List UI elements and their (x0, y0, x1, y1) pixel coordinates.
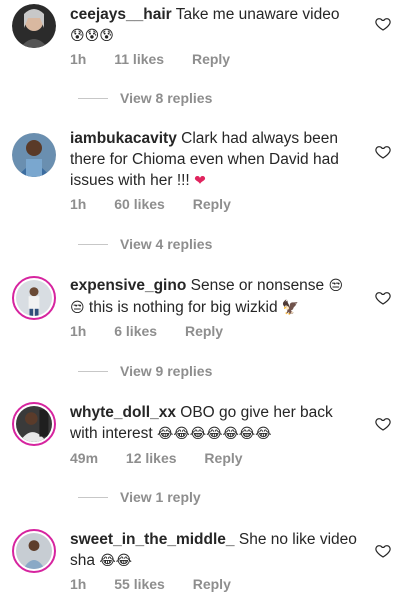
avatar[interactable] (12, 133, 56, 177)
comment-text: iambukacavity Clark had always been ther… (70, 128, 360, 192)
comment-body: Sense or nonsense (190, 277, 325, 294)
heart-outline-icon[interactable] (375, 543, 391, 559)
comment-meta: 49m 12 likes Reply (70, 450, 267, 466)
view-replies-button[interactable]: View 8 replies (78, 90, 212, 106)
comment-meta: 1h 11 likes Reply (70, 51, 254, 67)
comment-username[interactable]: sweet_in_the_middle_ (70, 531, 235, 548)
comment-likes[interactable]: 55 likes (114, 576, 165, 592)
heart-outline-icon[interactable] (375, 144, 391, 160)
comment-emoji: 😒 (70, 300, 85, 316)
heart-outline-icon[interactable] (375, 16, 391, 32)
comment-likes[interactable]: 6 likes (114, 323, 157, 339)
reply-button[interactable]: Reply (185, 323, 223, 339)
comment-emojis: 😂😂😂😂😂😂😂 (157, 426, 272, 442)
comment-emojis: 😰😰😰 (70, 28, 114, 44)
divider (78, 97, 108, 99)
view-replies-button[interactable]: View 4 replies (78, 236, 212, 252)
divider (78, 496, 108, 498)
comment-time: 49m (70, 450, 99, 466)
comment-text: whyte_doll_xx OBO go give her back with … (70, 402, 360, 445)
divider (78, 243, 108, 245)
view-replies-label: View 9 replies (120, 363, 213, 379)
comment-username[interactable]: whyte_doll_xx (70, 404, 176, 421)
view-replies-label: View 8 replies (120, 90, 213, 106)
heart-outline-icon[interactable] (375, 290, 391, 306)
reply-button[interactable]: Reply (193, 576, 231, 592)
comment-text: sweet_in_the_middle_ She no like video s… (70, 529, 360, 572)
comment-meta: 1h 55 likes Reply (70, 576, 255, 592)
comment-emoji: 😒 (328, 278, 344, 294)
view-replies-button[interactable]: View 1 reply (78, 489, 201, 505)
view-replies-label: View 1 reply (120, 489, 201, 505)
divider (78, 370, 108, 372)
reply-button[interactable]: Reply (192, 51, 230, 67)
comment-likes[interactable]: 60 likes (114, 196, 165, 212)
heart-outline-icon[interactable] (375, 416, 391, 432)
comment-time: 1h (70, 51, 87, 67)
view-replies-button[interactable]: View 9 replies (78, 363, 212, 379)
reply-button[interactable]: Reply (193, 196, 231, 212)
avatar[interactable] (12, 276, 56, 320)
avatar[interactable] (12, 4, 56, 48)
comment-username[interactable]: ceejays__hair (70, 6, 172, 23)
avatar[interactable] (12, 402, 56, 446)
comment-username[interactable]: iambukacavity (70, 130, 177, 147)
comment-text: ceejays__hair Take me unaware video 😰😰😰 (70, 4, 360, 47)
view-replies-label: View 4 replies (120, 236, 213, 252)
comment-emojis: ❤ (194, 173, 206, 189)
comment-emoji: 🦅 (281, 300, 300, 316)
comment-time: 1h (70, 323, 87, 339)
comment-likes[interactable]: 12 likes (126, 450, 177, 466)
comment-body: this is nothing for big wizkid (88, 299, 278, 316)
comment-username[interactable]: expensive_gino (70, 277, 186, 294)
avatar[interactable] (12, 529, 56, 573)
comment-meta: 1h 6 likes Reply (70, 323, 247, 339)
comment-time: 1h (70, 196, 87, 212)
comment-text: expensive_gino Sense or nonsense 😒 😒 thi… (70, 275, 360, 319)
reply-button[interactable]: Reply (204, 450, 242, 466)
comment-body: Take me unaware video (175, 6, 340, 23)
comment-emojis: 😂😂 (99, 553, 133, 569)
comment-meta: 1h 60 likes Reply (70, 196, 255, 212)
comment-time: 1h (70, 576, 87, 592)
comment-likes[interactable]: 11 likes (114, 51, 164, 67)
